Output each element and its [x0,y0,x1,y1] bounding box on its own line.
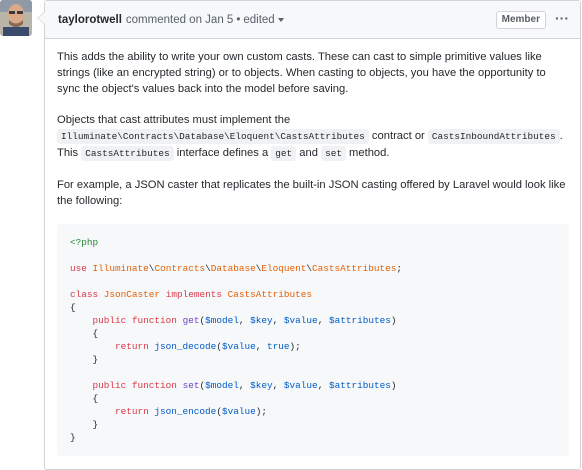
paragraph-contract: Objects that cast attributes must implem… [57,112,569,162]
keyword: class [70,289,99,300]
keyword: return [115,406,149,417]
php-open-tag: <?php [70,237,99,248]
keyword: return [115,341,149,352]
comma: , [317,380,329,391]
variable: $model [205,315,239,326]
avatar[interactable] [0,0,32,36]
brace: { [92,393,99,404]
author-link[interactable]: taylorotwell [58,14,122,26]
paren: ) [390,380,397,391]
variable: $value [283,380,318,391]
keyword: function [131,380,177,391]
separator: • [236,13,241,26]
edited-label: edited [243,13,275,26]
paragraph-example: For example, a JSON caster that replicat… [57,179,566,207]
keyword: function [131,315,177,326]
comma: , [317,315,329,326]
namespace: CastsAttributes [312,263,397,274]
namespace: Eloquent [261,263,307,274]
text: method. [345,147,390,159]
comma: , [238,315,251,326]
namespace: Illuminate [92,263,149,274]
constant: true [266,341,290,352]
brace: } [92,354,99,365]
caret-down-icon [277,18,284,22]
brace: } [92,419,99,430]
close-call: ); [255,406,267,417]
comma: , [272,315,284,326]
comment-timestamp[interactable]: commented on Jan 5 [126,14,233,26]
variable: $attributes [328,315,391,326]
comment-box: taylorotwell commented on Jan 5 • edited… [37,0,581,470]
brace: { [70,302,76,313]
edited-dropdown[interactable]: edited [243,13,284,26]
inline-code: get [271,146,297,161]
brace: { [92,328,99,339]
inline-code: Illuminate\Contracts\Database\Eloquent\C… [57,129,369,144]
code-block: <?php use Illuminate\Contracts\Database\… [57,224,569,456]
text: contract or [368,130,428,142]
keyword: public [92,315,127,326]
variable: $value [221,341,256,352]
brace: } [70,432,76,443]
variable: $value [221,406,256,417]
comment-header: taylorotwell commented on Jan 5 • edited… [45,1,580,39]
text: interface defines a [173,147,272,159]
variable: $key [250,380,273,391]
inline-code: CastsInboundAttributes [427,129,560,144]
class-name: JsonCaster [103,289,161,300]
close-call: ); [289,341,301,352]
namespace: Contracts [154,263,206,274]
comment-body: This adds the ability to write your own … [45,39,580,456]
namespace: Database [210,263,256,274]
variable: $key [250,315,273,326]
semicolon: ; [396,263,403,274]
member-badge: Member [495,11,546,29]
interface-name: CastsAttributes [227,289,312,300]
text: and [296,147,322,159]
function-call: json_decode [154,341,217,352]
more-options-icon[interactable]: ··· [555,9,569,27]
keyword: use [70,263,87,274]
comma: , [272,380,284,391]
inline-code: CastsAttributes [81,146,174,161]
variable: $value [283,315,318,326]
keyword: public [92,380,127,391]
comma: , [255,341,267,352]
text: Objects that cast attributes must implem… [57,114,291,126]
comma: , [238,380,251,391]
function-name: get [182,315,200,326]
variable: $attributes [328,380,391,391]
variable: $model [205,380,239,391]
function-name: set [182,380,200,391]
keyword: implements [165,289,222,300]
paren: ) [390,315,397,326]
function-call: json_encode [154,406,217,417]
inline-code: set [321,146,346,161]
paragraph-intro: This adds the ability to write your own … [57,51,546,95]
